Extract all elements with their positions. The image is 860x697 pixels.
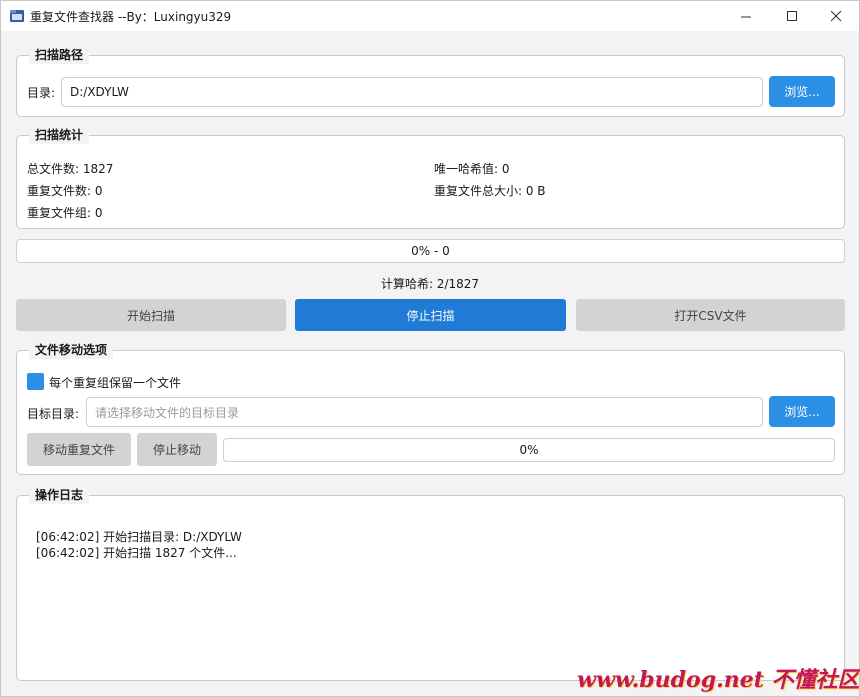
duplicate-groups-stat: 重复文件组: 0: [27, 206, 103, 220]
duplicate-files-stat: 重复文件数: 0: [27, 184, 103, 198]
site-watermark: www.budog.net 不懂社区: [577, 667, 860, 693]
scan-progress-text: 0% - 0: [411, 244, 450, 258]
directory-input[interactable]: D:/XDYLW: [61, 77, 763, 107]
total-files-stat: 总文件数: 1827: [27, 162, 114, 176]
window-title: 重复文件查找器 --By：Luxingyu329: [30, 10, 232, 24]
close-icon: [830, 10, 841, 21]
title-bar: 重复文件查找器 --By：Luxingyu329: [1, 1, 859, 31]
keep-one-label: 每个重复组保留一个文件: [49, 376, 182, 390]
scan-stats-group: 扫描统计: [16, 126, 845, 229]
minimize-button[interactable]: [723, 1, 769, 31]
operation-log-title: 操作日志: [29, 486, 90, 504]
app-window: 重复文件查找器 --By：Luxingyu329 扫描路径 目录: D:/XDY…: [0, 0, 860, 697]
duplicate-size-stat: 重复文件总大小: 0 B: [434, 184, 546, 198]
unique-hashes-stat: 唯一哈希值: 0: [434, 162, 510, 176]
browse-target-button[interactable]: 浏览...: [769, 396, 835, 427]
move-duplicates-button[interactable]: 移动重复文件: [27, 433, 131, 466]
log-line: [06:42:02] 开始扫描目录: D:/XDYLW: [36, 530, 242, 544]
log-line: [06:42:02] 开始扫描 1827 个文件...: [36, 546, 237, 560]
start-scan-button[interactable]: 开始扫描: [16, 299, 286, 331]
minimize-icon: [740, 16, 751, 17]
log-text-area[interactable]: [06:42:02] 开始扫描目录: D:/XDYLW [06:42:02] 开…: [27, 515, 835, 673]
close-button[interactable]: [813, 1, 859, 31]
scan-path-title: 扫描路径: [29, 46, 90, 64]
target-directory-input[interactable]: 请选择移动文件的目标目录: [86, 397, 763, 427]
move-progress-text: 0%: [519, 443, 539, 457]
app-folder-icon: [10, 10, 24, 22]
browse-directory-button[interactable]: 浏览...: [769, 76, 835, 107]
open-csv-button[interactable]: 打开CSV文件: [576, 299, 845, 331]
maximize-icon: [786, 10, 797, 21]
stop-scan-button[interactable]: 停止扫描: [295, 299, 566, 331]
move-progress-bar: 0%: [223, 438, 835, 462]
directory-label: 目录:: [27, 86, 56, 100]
scan-progress-bar: 0% - 0: [16, 239, 845, 263]
stop-move-button[interactable]: 停止移动: [137, 433, 217, 466]
move-options-title: 文件移动选项: [29, 341, 114, 359]
status-text: 计算哈希: 2/1827: [380, 277, 480, 291]
maximize-button[interactable]: [769, 1, 815, 31]
scan-stats-title: 扫描统计: [29, 126, 90, 144]
keep-one-checkbox[interactable]: [27, 373, 44, 390]
target-directory-label: 目标目录:: [27, 407, 80, 421]
